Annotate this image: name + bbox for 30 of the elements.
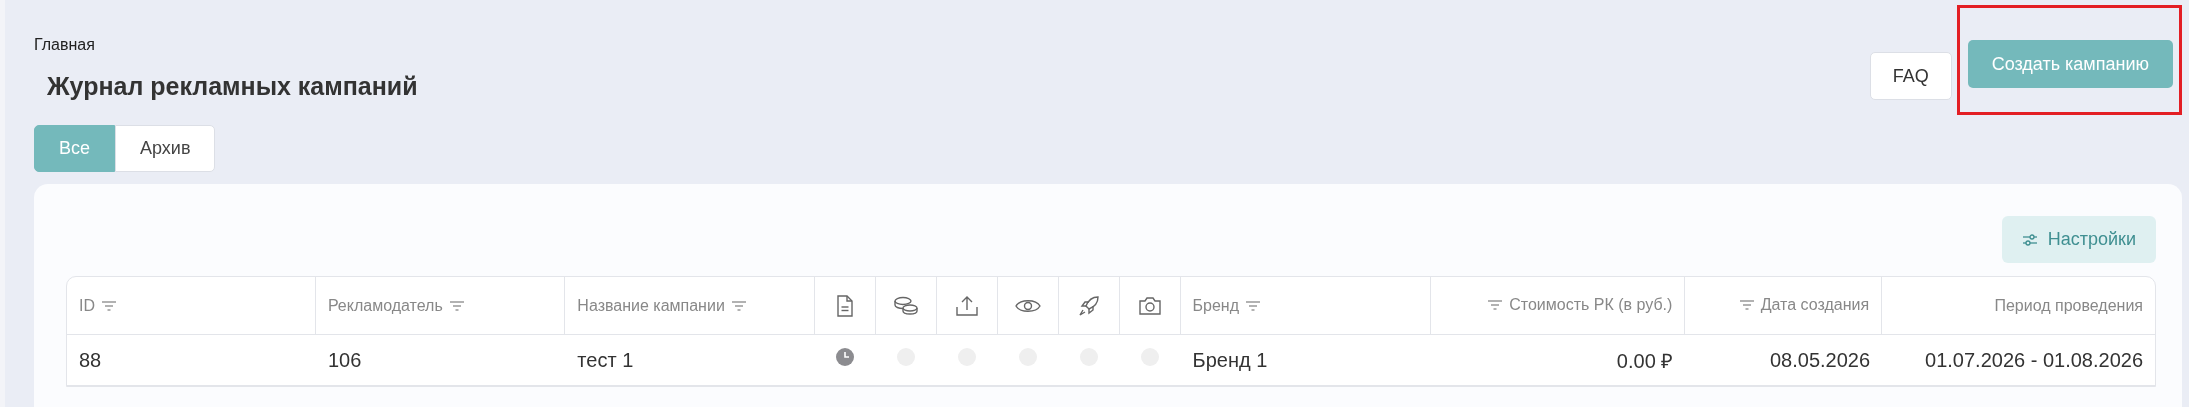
breadcrumb[interactable]: Главная <box>34 36 95 54</box>
column-header: Название кампании <box>577 296 725 315</box>
column-header: Дата создания <box>1760 296 1870 314</box>
coins-icon <box>892 295 919 316</box>
camera-icon <box>1137 295 1162 316</box>
upload-icon <box>954 294 979 317</box>
table-cell: 88 <box>79 348 102 371</box>
table-cell: тест 1 <box>577 348 634 371</box>
filter-icon[interactable] <box>730 299 747 312</box>
table-cell: 08.05.2026 <box>1770 348 1871 371</box>
rocket-icon <box>1077 294 1100 317</box>
faq-button[interactable]: FAQ <box>1869 52 1952 100</box>
sliders-icon <box>2021 232 2038 247</box>
column-header: Стоимость РК (в руб.) <box>1509 296 1673 314</box>
table-cell: 106 <box>327 348 362 371</box>
table-cell: 0.00 ₽ <box>1616 349 1674 372</box>
page-title: Журнал рекламных кампаний <box>47 72 418 101</box>
filter-icon[interactable] <box>1245 299 1261 312</box>
filter-icon[interactable] <box>448 299 465 312</box>
table-cell: 01.07.2026 - 01.08.2026 <box>1925 348 2143 371</box>
column-header: Рекламодатель <box>327 296 443 315</box>
document-icon <box>834 294 855 317</box>
column-header: ID <box>79 296 95 315</box>
filter-icon[interactable] <box>1487 299 1504 311</box>
filter-icon[interactable] <box>101 299 117 312</box>
table-cell: Бренд 1 <box>1192 348 1268 371</box>
tab[interactable]: Архив <box>115 125 216 172</box>
column-header: Бренд <box>1192 296 1239 315</box>
filter-icon[interactable] <box>1738 299 1755 311</box>
column-header: Период проведения <box>1994 296 2143 315</box>
